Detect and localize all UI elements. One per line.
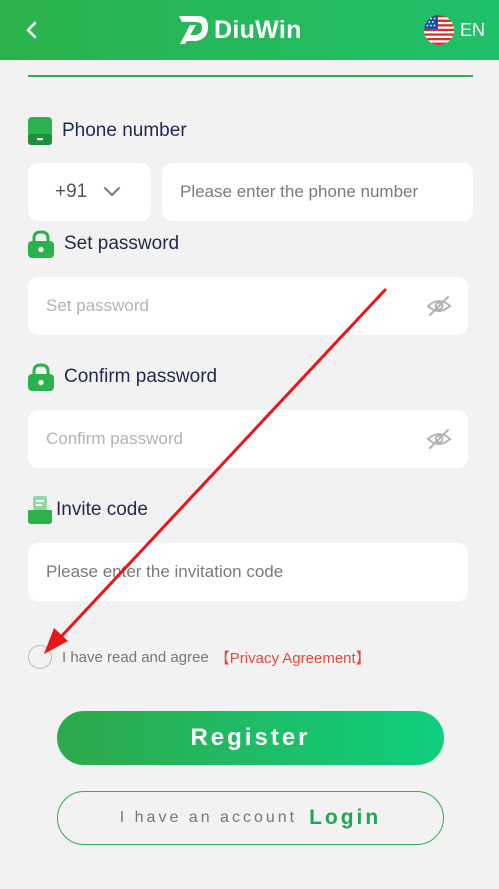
confirm-password-field-box <box>28 410 468 468</box>
invite-input[interactable] <box>46 543 446 601</box>
confirm-password-label-row: Confirm password <box>28 363 217 391</box>
confirm-password-input[interactable] <box>46 410 406 468</box>
phone-label: Phone number <box>62 120 187 141</box>
agreement-checkbox[interactable] <box>28 645 52 669</box>
phone-icon <box>28 117 52 145</box>
diuwin-logo-icon <box>179 16 208 44</box>
invite-label: Invite code <box>56 499 148 520</box>
invite-label-row: Invite code <box>28 496 148 524</box>
back-button[interactable] <box>18 16 46 44</box>
brand-logo: DiuWin <box>176 12 302 48</box>
chevron-down-icon <box>104 187 120 196</box>
app-header: DiuWin EN <box>0 0 499 60</box>
login-button[interactable]: I have an account Login <box>57 791 444 845</box>
brand-name: DiuWin <box>214 15 302 44</box>
phone-input[interactable] <box>180 163 460 221</box>
chevron-left-icon <box>26 21 37 39</box>
password-label-row: Set password <box>28 230 179 258</box>
invite-field-box <box>28 543 468 601</box>
have-account-text: I have an account <box>119 809 298 826</box>
password-label: Set password <box>64 233 180 254</box>
phone-field-box <box>162 163 473 221</box>
country-code-select[interactable]: +91 <box>28 163 151 221</box>
lock-icon <box>28 230 54 258</box>
phone-label-row: Phone number <box>28 117 187 145</box>
invite-icon <box>28 496 52 524</box>
language-selector[interactable]: EN <box>423 14 485 46</box>
password-field-box <box>28 277 468 335</box>
us-flag-icon <box>423 15 454 45</box>
agreement-row: I have read and agree 【Privacy Agreement… <box>28 645 371 669</box>
privacy-agreement-link[interactable]: 【Privacy Agreement】 <box>215 647 371 668</box>
login-label: Login <box>309 806 382 829</box>
agreement-text: I have read and agree <box>62 648 209 666</box>
country-code-value: +91 <box>55 181 88 202</box>
eye-off-icon[interactable] <box>426 294 452 318</box>
lock-icon <box>28 363 54 391</box>
language-code: EN <box>459 19 485 40</box>
header-divider <box>28 75 473 77</box>
password-input[interactable] <box>46 277 406 335</box>
eye-off-icon[interactable] <box>426 427 452 451</box>
confirm-password-label: Confirm password <box>64 366 218 387</box>
register-label: Register <box>190 724 311 751</box>
register-button[interactable]: Register <box>57 711 444 765</box>
